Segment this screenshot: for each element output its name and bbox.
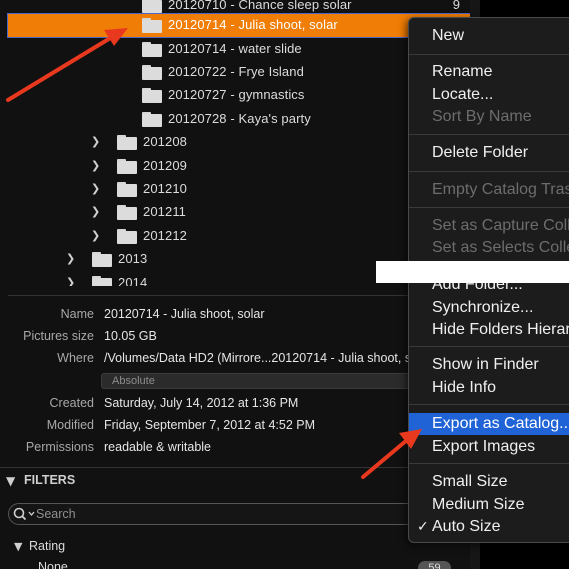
- folder-label: 201210: [143, 181, 187, 196]
- menu-item-locate[interactable]: Locate...: [409, 84, 569, 106]
- info-name-value: 20120714 - Julia shoot, solar: [104, 307, 265, 321]
- info-permissions-value: readable & writable: [104, 440, 212, 454]
- absolute-path-button[interactable]: Absolute: [101, 373, 411, 389]
- redaction-bar: [376, 261, 569, 283]
- menu-item-hide-folders-hierarchy[interactable]: Hide Folders Hierarchy: [409, 319, 569, 341]
- menu-item-medium-size[interactable]: Medium Size: [409, 494, 569, 516]
- menu-item-synchronize[interactable]: Synchronize...: [409, 297, 569, 319]
- info-permissions-key: Permissions: [25, 440, 94, 454]
- folder-icon: [117, 229, 137, 244]
- chevron-down-icon[interactable]: ▼: [14, 540, 22, 553]
- menu-separator: [409, 54, 569, 55]
- search-icon[interactable]: [12, 505, 36, 523]
- folder-icon: [117, 159, 137, 174]
- menu-item-auto-size[interactable]: Auto Size ✓: [409, 516, 569, 538]
- menu-item-set-capture-collection: Set as Capture Collection: [432, 217, 569, 234]
- folder-icon: [92, 276, 112, 286]
- chevron-right-icon[interactable]: ❯: [91, 229, 101, 243]
- menu-item-sort-by-name: Sort By Name: [432, 108, 532, 125]
- chevron-right-icon[interactable]: ❯: [66, 252, 76, 266]
- folder-label: 20120714 - Julia shoot, solar: [168, 17, 338, 32]
- folder-count: 9: [452, 0, 460, 12]
- filters-header[interactable]: FILTERS: [24, 473, 75, 487]
- folder-label: 20120714 - water slide: [168, 41, 302, 56]
- annotation-arrow: [361, 429, 422, 479]
- chevron-right-icon[interactable]: ❯: [91, 182, 101, 196]
- folder-label: 20120728 - Kaya's party: [168, 111, 311, 126]
- chevron-right-icon[interactable]: ❯: [91, 205, 101, 219]
- chevron-right-icon[interactable]: ❯: [66, 276, 76, 286]
- chevron-right-icon[interactable]: ❯: [91, 159, 101, 173]
- info-modified-value: Friday, September 7, 2012 at 4:52 PM: [104, 418, 315, 432]
- folder-label: 2013: [118, 251, 148, 266]
- menu-separator: [409, 404, 569, 405]
- folder-label: 20120710 - Chance sleep solar: [168, 0, 352, 12]
- menu-item-set-selects-collection: Set as Selects Collection: [432, 239, 569, 256]
- folder-icon: [142, 88, 162, 103]
- folder-label: 201211: [143, 204, 187, 219]
- folder-icon: [142, 112, 162, 127]
- info-size-key: Pictures size: [23, 329, 94, 343]
- rating-none-label[interactable]: None: [38, 560, 68, 569]
- checkmark-icon: ✓: [417, 519, 429, 535]
- menu-item-delete-folder[interactable]: Delete Folder: [409, 142, 569, 164]
- menu-item-rename[interactable]: Rename: [409, 61, 569, 83]
- folder-label: 201208: [143, 134, 187, 149]
- info-size-value: 10.05 GB: [104, 329, 157, 343]
- info-modified-key: Modified: [46, 418, 94, 432]
- chevron-down-icon[interactable]: ▼: [6, 474, 15, 488]
- folder-icon: [117, 205, 137, 220]
- folder-icon: [117, 135, 137, 150]
- folder-icon: [142, 0, 162, 13]
- info-where-key: Where: [57, 351, 94, 365]
- folder-icon: [142, 18, 162, 33]
- folder-icon: [142, 65, 162, 80]
- menu-separator: [409, 346, 569, 347]
- folder-label: 201212: [143, 228, 187, 243]
- menu-separator: [409, 463, 569, 464]
- menu-item-hide-info[interactable]: Hide Info: [409, 377, 569, 399]
- folder-icon: [117, 182, 137, 197]
- menu-item-small-size[interactable]: Small Size: [409, 471, 569, 493]
- menu-item-export-images[interactable]: Export Images: [409, 436, 569, 458]
- menu-item-empty-catalog-trash: Empty Catalog Trash: [432, 181, 569, 198]
- info-where-value: /Volumes/Data HD2 (Mirrore...20120714 - …: [104, 351, 432, 365]
- rating-none-count-badge: 59: [418, 561, 451, 569]
- menu-item-export-as-catalog[interactable]: Export as Catalog...: [409, 413, 569, 435]
- info-created-key: Created: [49, 396, 94, 410]
- search-input[interactable]: [36, 506, 466, 522]
- info-created-value: Saturday, July 14, 2012 at 1:36 PM: [104, 396, 299, 410]
- folder-label: 2014: [118, 275, 148, 286]
- menu-separator: [409, 207, 569, 208]
- folder-label: 20120722 - Frye Island: [168, 64, 304, 79]
- menu-item-show-in-finder[interactable]: Show in Finder: [409, 354, 569, 376]
- folder-label: 20120727 - gymnastics: [168, 87, 305, 102]
- menu-separator: [409, 171, 569, 172]
- menu-item-new[interactable]: New: [409, 25, 569, 47]
- folder-label: 201209: [143, 158, 187, 173]
- rating-filter-label[interactable]: Rating: [29, 539, 65, 553]
- info-name-key: Name: [60, 307, 94, 321]
- folder-icon: [92, 252, 112, 267]
- folder-icon: [142, 42, 162, 57]
- chevron-right-icon[interactable]: ❯: [91, 135, 101, 149]
- menu-separator: [409, 134, 569, 135]
- annotation-arrow: [6, 28, 128, 102]
